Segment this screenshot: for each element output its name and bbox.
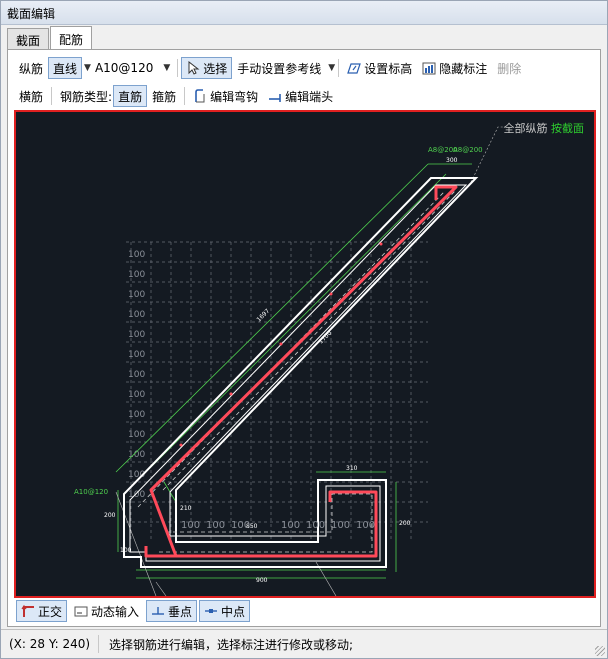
small-dim-1: 100	[120, 547, 132, 554]
perpendicular-snap-button[interactable]: 垂点	[146, 600, 198, 622]
grid-label: 100	[206, 520, 225, 531]
grid-label: 100	[128, 390, 145, 400]
top-width-dim: 300	[446, 157, 458, 164]
end-anchor-icon	[269, 94, 281, 102]
select-label: 选择	[203, 61, 228, 76]
grid-label: 100	[181, 520, 200, 531]
tab-strip: 截面 配筋	[7, 26, 93, 50]
toolbar-separator	[338, 59, 340, 77]
line-mode-button[interactable]: 直线	[48, 57, 83, 79]
dynamic-input-icon	[74, 606, 88, 617]
rebar-spec-value: A10@120	[94, 61, 154, 75]
toolbar-primary: 纵筋 直线 ▼ A10@120 ▼ 选择 手动设置参考线 ▼ 设置标高 隐藏标注…	[14, 56, 526, 80]
tab-reinforcement[interactable]: 配筋	[50, 26, 93, 49]
chevron-down-icon: ▼	[163, 63, 171, 73]
hide-dimensions-label: 隐藏标注	[439, 61, 488, 76]
midpoint-snap-button[interactable]: 中点	[199, 600, 251, 622]
set-elevation-button[interactable]: 设置标高	[342, 57, 417, 79]
section-drawing: 100 100 100 100 100 100 100 100 100 100 …	[74, 126, 506, 596]
longitudinal-button[interactable]: 纵筋	[14, 57, 48, 79]
hook-icon	[195, 89, 205, 103]
grid-label: 100	[128, 430, 145, 440]
line-mode-dropdown-icon[interactable]: ▼	[84, 63, 91, 73]
grid-labels: 100 100 100 100 100 100 100 100 100 100 …	[128, 250, 145, 500]
pointer-icon	[188, 61, 200, 75]
perpendicular-label: 垂点	[168, 604, 193, 619]
grid-label: 100	[306, 520, 325, 531]
edit-hook-label: 编辑弯钩	[210, 89, 259, 104]
resize-grip[interactable]	[595, 646, 605, 656]
reinforcement-panel: 纵筋 直线 ▼ A10@120 ▼ 选择 手动设置参考线 ▼ 设置标高 隐藏标注…	[7, 49, 601, 627]
select-button[interactable]: 选择	[181, 57, 233, 79]
left-height-dim: 200	[104, 512, 116, 519]
grid-label: 100	[128, 290, 145, 300]
line-mode-label: 直线	[53, 61, 78, 76]
rebar-type-label: 钢筋类型:	[60, 89, 113, 104]
delete-button[interactable]: 删除	[492, 57, 526, 79]
section-outline	[123, 177, 479, 568]
top-spec-b: A8@200	[453, 146, 483, 154]
toolbar-separator	[177, 59, 179, 77]
grid-label: 100	[281, 520, 300, 531]
grid-label: 100	[128, 490, 145, 500]
right-width-dim: 310	[346, 465, 358, 472]
elevation-icon	[347, 63, 362, 74]
dimension-chart-icon	[422, 62, 436, 75]
grid-label: 100	[128, 410, 145, 420]
grid-label: 100	[128, 310, 145, 320]
perpendicular-icon	[152, 607, 165, 615]
snap-toolbar: 正交 动态输入 垂点 中点	[16, 600, 251, 622]
dynamic-input-label: 动态输入	[91, 604, 140, 619]
set-elevation-label: 设置标高	[364, 61, 413, 76]
manual-reference-line-label: 手动设置参考线	[237, 61, 322, 76]
grid-label: 100	[128, 270, 145, 280]
cursor-coordinates: (X: 28 Y: 240)	[1, 635, 99, 653]
small-dim-2: 210	[180, 505, 192, 512]
manual-reference-line-button[interactable]: 手动设置参考线	[232, 57, 326, 79]
grid-label: 100	[331, 520, 350, 531]
diagonal-dim-2: 1700	[317, 330, 333, 346]
status-bar: (X: 28 Y: 240) 选择钢筋进行编辑，选择标注进行修改或移动;	[1, 629, 607, 658]
edit-hook-button[interactable]: 编辑弯钩	[188, 85, 263, 107]
ortho-button[interactable]: 正交	[16, 600, 68, 622]
dynamic-input-button[interactable]: 动态输入	[69, 600, 144, 622]
section-editor-window: 截面编辑 截面 配筋 纵筋 直线 ▼ A10@120 ▼ 选择 手动设置参考线 …	[0, 0, 608, 659]
ortho-icon	[21, 604, 34, 617]
midpoint-label: 中点	[221, 604, 246, 619]
transverse-button[interactable]: 横筋	[14, 85, 48, 107]
hide-dimensions-button[interactable]: 隐藏标注	[417, 57, 492, 79]
tab-section[interactable]: 截面	[7, 28, 50, 49]
toolbar-secondary: 横筋 钢筋类型: 直筋 箍筋 编辑弯钩 编辑端头	[14, 84, 338, 108]
edit-end-button[interactable]: 编辑端头	[263, 85, 338, 107]
straight-rebar-button[interactable]: 直筋	[113, 85, 148, 107]
drawing-canvas[interactable]: 全部纵筋 按截面 100 100 100 100 100 100 100 100	[14, 110, 596, 598]
toolbar-separator	[51, 87, 53, 105]
grid-label: 100	[128, 330, 145, 340]
window-title: 截面编辑	[1, 1, 607, 25]
right-height-dim: 200	[399, 520, 411, 527]
ortho-label: 正交	[38, 604, 63, 619]
grid-lines	[126, 241, 428, 542]
rebar-spec-combo[interactable]: A10@120 ▼	[91, 57, 174, 79]
left-rebar-spec: A10@120	[74, 488, 108, 496]
toolbar-separator	[184, 87, 186, 105]
manual-reference-dropdown-icon[interactable]: ▼	[328, 63, 335, 73]
edit-end-label: 编辑端头	[285, 89, 334, 104]
stirrup-button[interactable]: 箍筋	[147, 85, 181, 107]
status-message: 选择钢筋进行编辑，选择标注进行修改或移动;	[109, 637, 354, 652]
midpoint-icon	[205, 609, 218, 613]
bottom-dim-2: 900	[256, 577, 268, 584]
grid-label: 100	[128, 250, 145, 260]
grid-label: 100	[128, 370, 145, 380]
grid-label: 100	[128, 350, 145, 360]
grid-label: 100	[231, 520, 250, 531]
grid-label: 100	[356, 520, 375, 531]
